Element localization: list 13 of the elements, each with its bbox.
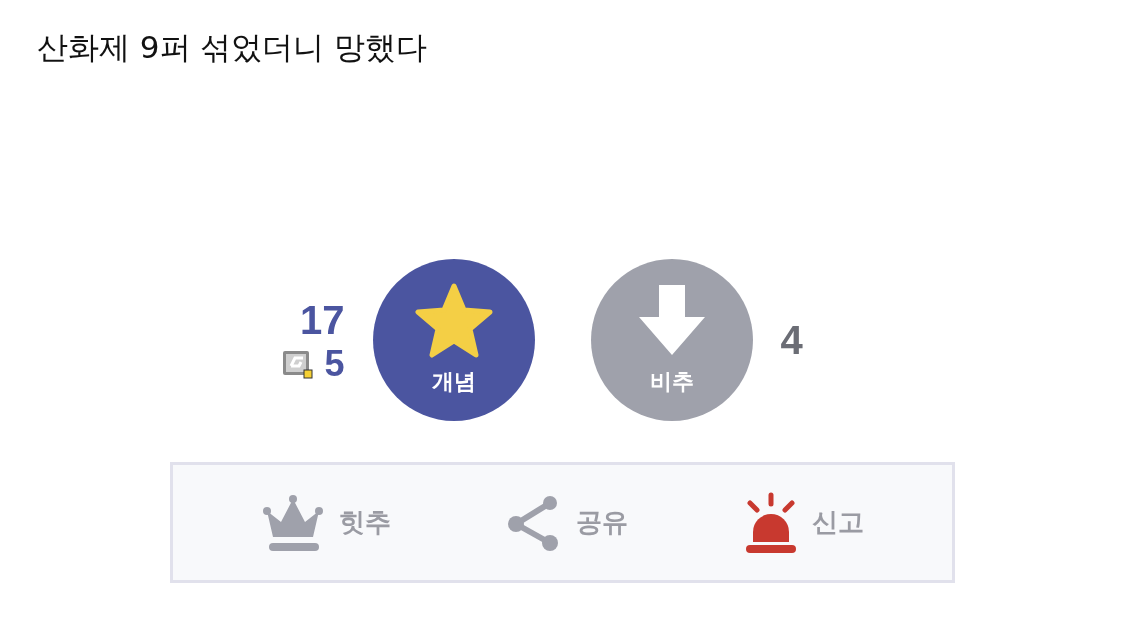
crown-icon [260,493,325,552]
action-button[interactable]: 신고 [744,491,865,554]
upvote-button[interactable]: 개념 [372,259,535,421]
star-icon [413,282,494,359]
downvote-count: 4 [780,318,803,362]
downvote-button[interactable]: 비추 [590,259,753,421]
action-button[interactable]: 힛추 [260,493,391,552]
siren-icon [744,491,799,554]
post-title: 산화제 9퍼 섞었더니 망했다 [37,28,428,67]
fixed-upvote-count: 5 [324,344,345,384]
action-button[interactable]: 공유 [506,492,629,553]
down-arrow-icon [636,282,707,357]
upvote-count: 17 [300,297,345,344]
